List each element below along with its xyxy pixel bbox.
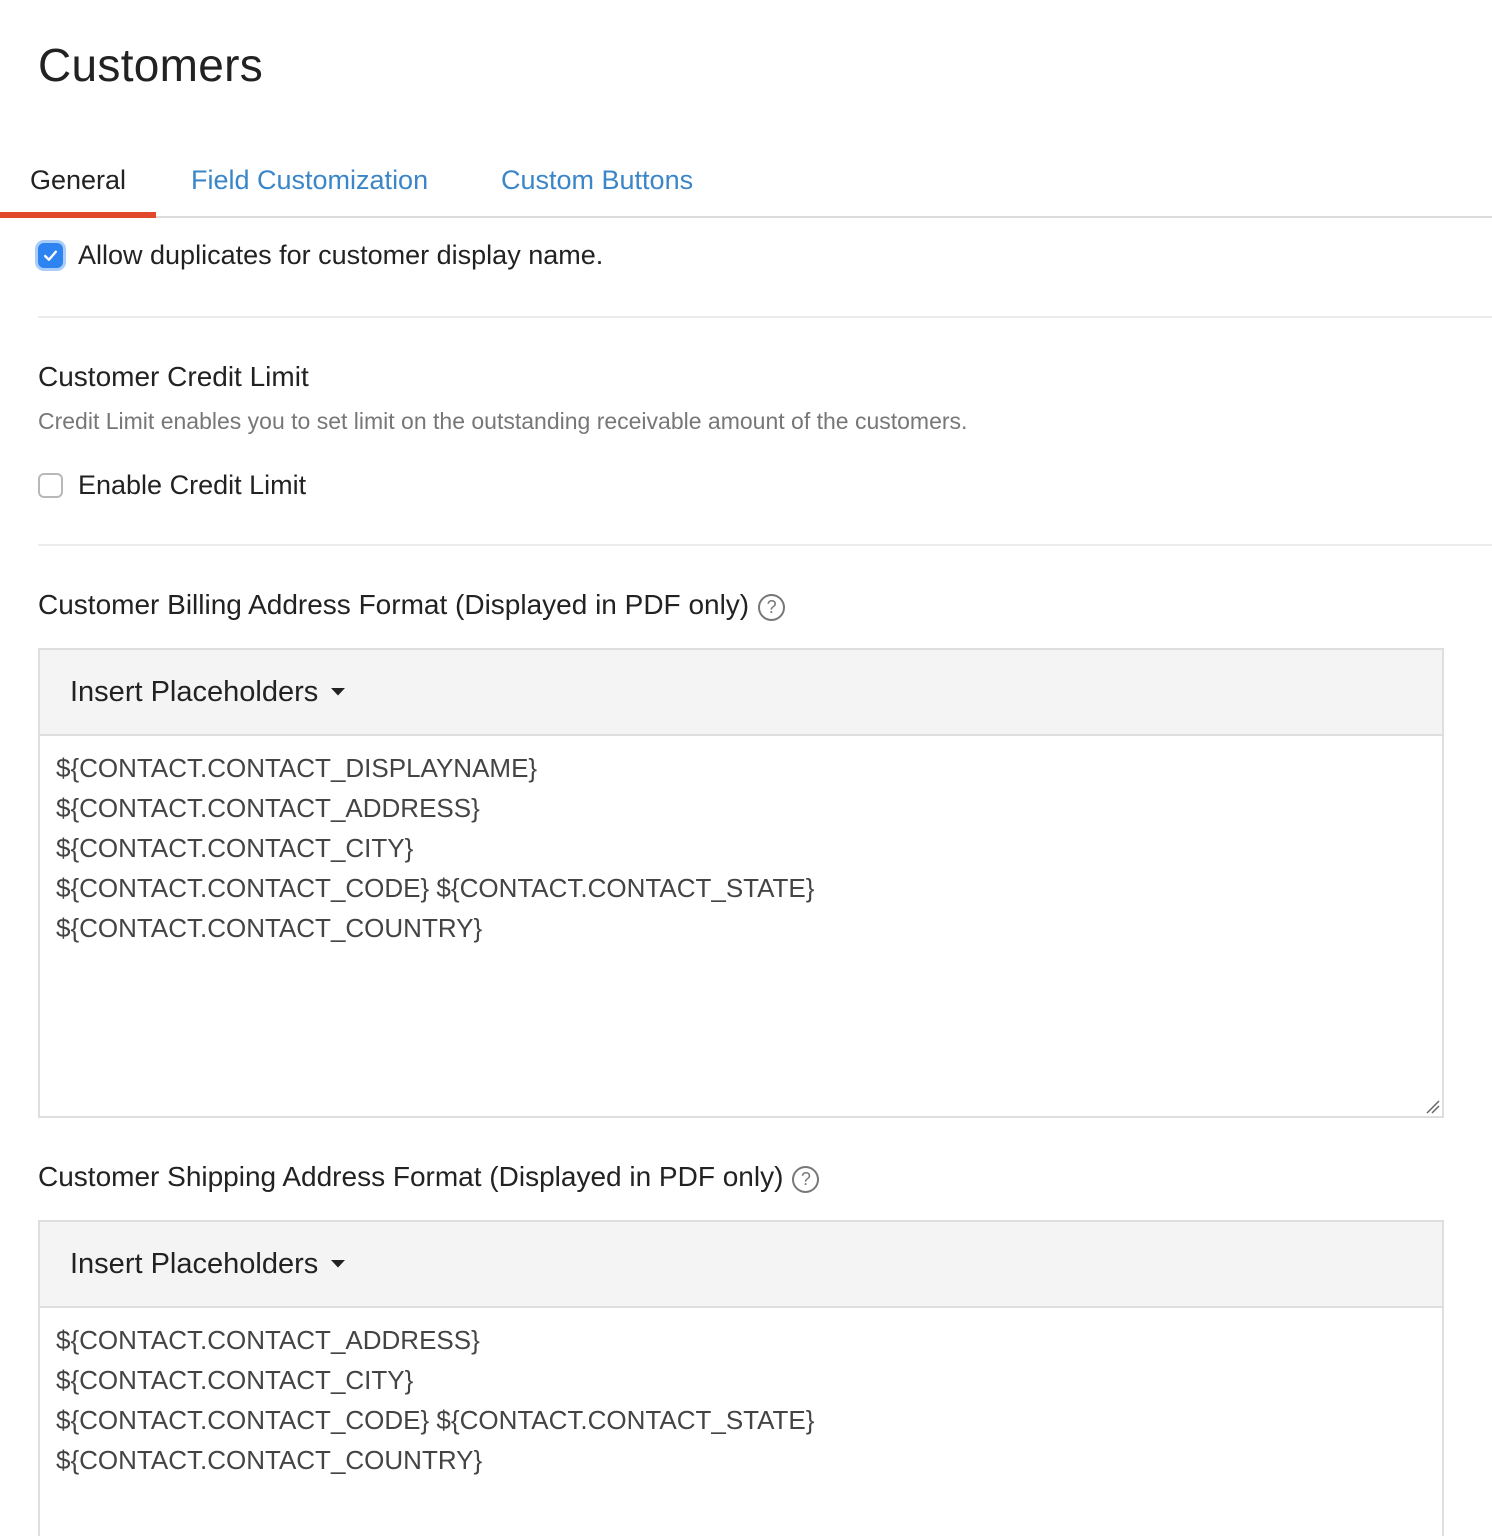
help-icon[interactable]: ?	[792, 1166, 820, 1193]
credit-limit-title: Customer Credit Limit	[38, 361, 309, 392]
section-divider	[38, 544, 1492, 546]
tab-bar: General Field Customization Custom Butto…	[0, 150, 1492, 218]
insert-placeholders-dropdown[interactable]: Insert Placeholders	[70, 1248, 346, 1281]
shipping-address-title-text: Customer Shipping Address Format (Displa…	[38, 1161, 784, 1192]
allow-duplicates-checkbox[interactable]	[38, 243, 63, 268]
template-line: ${CONTACT.CONTACT_CITY}	[56, 833, 414, 863]
resize-handle-icon[interactable]	[1424, 1098, 1440, 1114]
tab-general[interactable]: General	[0, 150, 156, 218]
page-title: Customers	[38, 39, 264, 91]
help-icon[interactable]: ?	[758, 594, 786, 621]
insert-placeholders-label: Insert Placeholders	[70, 1247, 319, 1280]
insert-placeholders-label: Insert Placeholders	[70, 675, 319, 708]
tab-custom-buttons[interactable]: Custom Buttons	[501, 150, 693, 216]
credit-limit-description: Credit Limit enables you to set limit on…	[38, 408, 968, 434]
insert-placeholders-dropdown[interactable]: Insert Placeholders	[70, 676, 346, 709]
shipping-address-editor: Insert Placeholders ${CONTACT.CONTACT_AD…	[38, 1220, 1444, 1536]
template-line: ${CONTACT.CONTACT_COUNTRY}	[56, 913, 483, 943]
template-line: ${CONTACT.CONTACT_ADDRESS}	[56, 1325, 480, 1355]
shipping-editor-toolbar: Insert Placeholders	[40, 1222, 1442, 1308]
checkmark-icon	[44, 250, 57, 261]
shipping-address-title: Customer Shipping Address Format (Displa…	[38, 1161, 820, 1193]
template-line: ${CONTACT.CONTACT_DISPLAYNAME}	[56, 753, 538, 783]
shipping-address-textarea[interactable]: ${CONTACT.CONTACT_ADDRESS} ${CONTACT.CONT…	[40, 1308, 1442, 1536]
template-line: ${CONTACT.CONTACT_CITY}	[56, 1365, 414, 1395]
enable-credit-limit-label: Enable Credit Limit	[78, 470, 307, 500]
billing-address-title: Customer Billing Address Format (Display…	[38, 589, 786, 621]
billing-address-title-text: Customer Billing Address Format (Display…	[38, 589, 750, 620]
customers-settings-page: Customers General Field Customization Cu…	[0, 0, 1492, 1536]
template-line: ${CONTACT.CONTACT_CODE} ${CONTACT.CONTAC…	[56, 1405, 815, 1435]
allow-duplicates-label: Allow duplicates for customer display na…	[78, 240, 604, 270]
caret-down-icon	[331, 688, 346, 696]
template-line: ${CONTACT.CONTACT_ADDRESS}	[56, 793, 480, 823]
allow-duplicates-option[interactable]: Allow duplicates for customer display na…	[38, 240, 603, 271]
billing-address-textarea[interactable]: ${CONTACT.CONTACT_DISPLAYNAME} ${CONTACT.…	[40, 736, 1442, 1116]
billing-editor-toolbar: Insert Placeholders	[40, 650, 1442, 736]
section-divider	[38, 316, 1492, 318]
enable-credit-limit-checkbox[interactable]	[38, 473, 63, 498]
template-line: ${CONTACT.CONTACT_COUNTRY}	[56, 1445, 483, 1475]
billing-address-editor: Insert Placeholders ${CONTACT.CONTACT_DI…	[38, 648, 1444, 1118]
caret-down-icon	[331, 1260, 346, 1268]
enable-credit-limit-option[interactable]: Enable Credit Limit	[38, 470, 306, 501]
template-line: ${CONTACT.CONTACT_CODE} ${CONTACT.CONTAC…	[56, 873, 815, 903]
tab-field-customization[interactable]: Field Customization	[191, 150, 428, 216]
